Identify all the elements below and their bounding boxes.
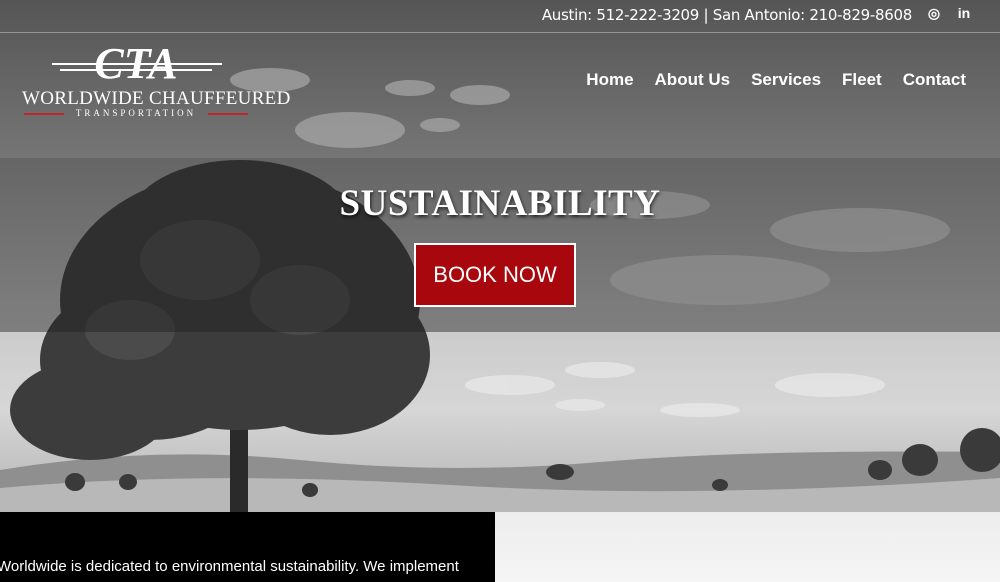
logo-accent-line-right: [208, 113, 248, 115]
social-links: ◎ in: [924, 3, 974, 23]
nav-about-us[interactable]: About Us: [655, 70, 731, 90]
nav-contact[interactable]: Contact: [903, 70, 966, 90]
cta-logo-mark: CTA: [52, 39, 222, 88]
instagram-icon[interactable]: ◎: [924, 3, 944, 23]
logo-subtitle: TRANSPORTATION: [75, 108, 197, 118]
top-bar: Austin: 512-222-3209 | San Antonio: 210-…: [0, 0, 1000, 33]
linkedin-icon[interactable]: in: [954, 3, 974, 23]
nav-services[interactable]: Services: [751, 70, 821, 90]
main-nav: Home About Us Services Fleet Contact: [586, 70, 966, 90]
nav-fleet[interactable]: Fleet: [842, 70, 882, 90]
nav-home[interactable]: Home: [586, 70, 633, 90]
content-image-panel: [495, 512, 1000, 582]
book-now-button[interactable]: BOOK NOW: [414, 243, 576, 307]
logo-mark-text: CTA: [94, 40, 177, 88]
site-logo[interactable]: CTA WORLDWIDE CHAUFFEURED TRANSPORTATION: [22, 39, 291, 120]
sustainability-paragraph: Worldwide is dedicated to environmental …: [0, 558, 459, 575]
phone-numbers[interactable]: Austin: 512-222-3209 | San Antonio: 210-…: [542, 6, 912, 24]
logo-accent-line-left: [24, 113, 64, 115]
page-title: SUSTAINABILITY: [339, 183, 661, 224]
content-text-panel: Worldwide is dedicated to environmental …: [0, 512, 495, 582]
logo-wordmark: WORLDWIDE CHAUFFEURED: [22, 88, 291, 109]
